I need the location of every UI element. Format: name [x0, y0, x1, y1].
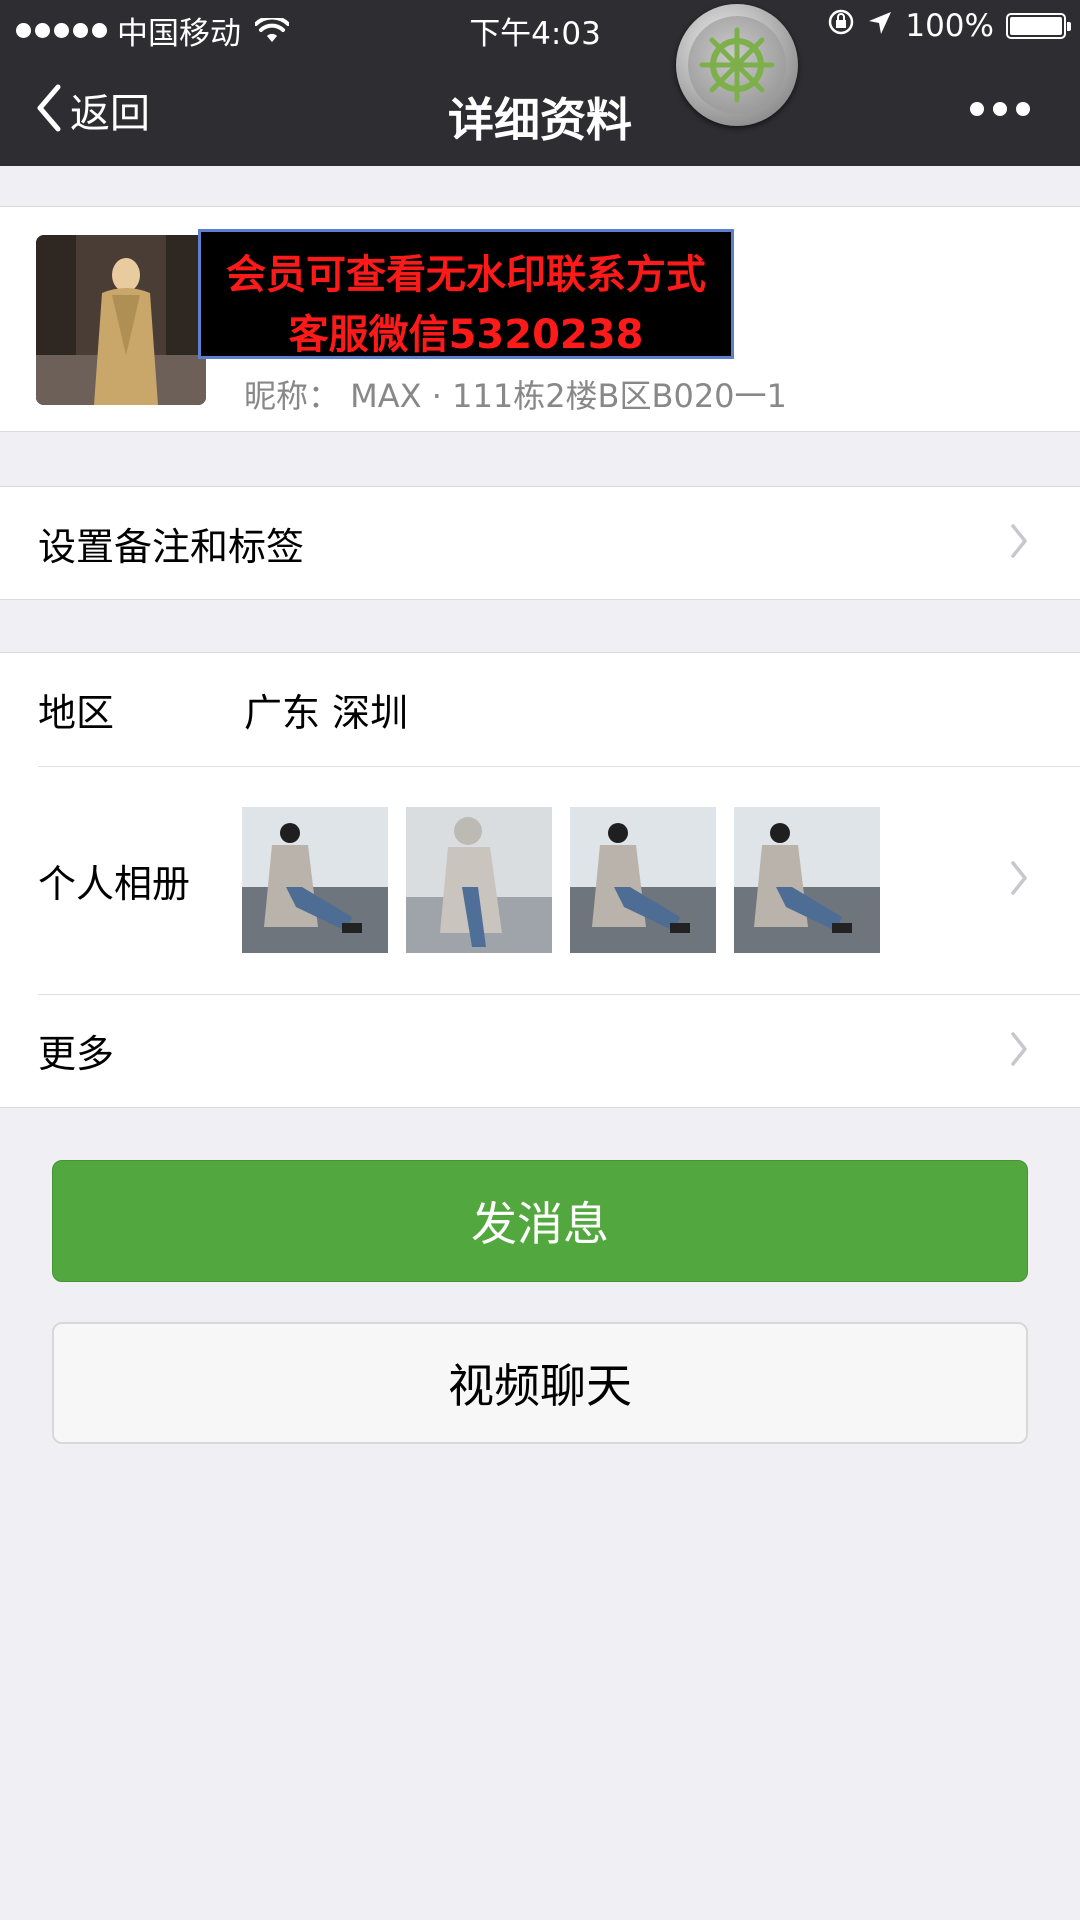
album-photo[interactable] [406, 807, 552, 953]
page-title: 详细资料 [448, 93, 632, 147]
album-cell[interactable]: 个人相册 [0, 766, 1080, 994]
album-label: 个人相册 [38, 861, 191, 906]
battery-percent: 100% [905, 8, 994, 44]
album-photo[interactable] [242, 807, 388, 953]
battery-icon [1006, 13, 1071, 39]
chevron-right-icon [1010, 860, 1028, 900]
album-photo[interactable] [570, 807, 716, 953]
orientation-lock-icon [827, 8, 855, 44]
chevron-right-icon [1010, 523, 1028, 563]
status-time: 下午4:03 [469, 16, 601, 52]
album-thumbnails [242, 807, 880, 953]
album-photo[interactable] [734, 807, 880, 953]
header: 中国移动 下午4:03 100% 返回 详细资料 [0, 0, 1080, 166]
status-bar: 中国移动 下午4:03 100% [0, 0, 1080, 54]
watermark-banner: 会员可查看无水印联系方式 客服微信5320238 [198, 229, 734, 359]
nav-bar: 返回 详细资料 [0, 54, 1080, 166]
more-cell[interactable]: 更多 [0, 994, 1080, 1107]
nickname: 昵称： MAX · 111栋2楼B区B020一1 [244, 377, 787, 415]
video-chat-button[interactable]: 视频聊天 [52, 1322, 1028, 1444]
profile-card: 会员可查看无水印联系方式 客服微信5320238 昵称： MAX · 111栋2… [0, 206, 1080, 432]
location-arrow-icon [867, 8, 893, 44]
remark-label: 设置备注和标签 [38, 524, 305, 569]
send-message-button[interactable]: 发消息 [52, 1160, 1028, 1282]
chevron-right-icon [1010, 1031, 1028, 1071]
avatar[interactable] [36, 235, 206, 405]
region-cell: 地区 广东 深圳 [0, 653, 1080, 766]
watermark-line-1: 会员可查看无水印联系方式 [226, 252, 706, 298]
remark-cell[interactable]: 设置备注和标签 [0, 487, 1080, 599]
more-label: 更多 [38, 1032, 115, 1076]
info-group: 地区 广东 深圳 个人相册 更多 [0, 652, 1080, 1108]
ship-wheel-icon[interactable] [676, 4, 798, 126]
more-options-button[interactable] [970, 94, 1030, 124]
watermark-line-2: 客服微信5320238 [288, 312, 644, 358]
region-value: 广东 深圳 [244, 691, 409, 735]
region-label: 地区 [38, 691, 115, 735]
remark-group: 设置备注和标签 [0, 486, 1080, 600]
